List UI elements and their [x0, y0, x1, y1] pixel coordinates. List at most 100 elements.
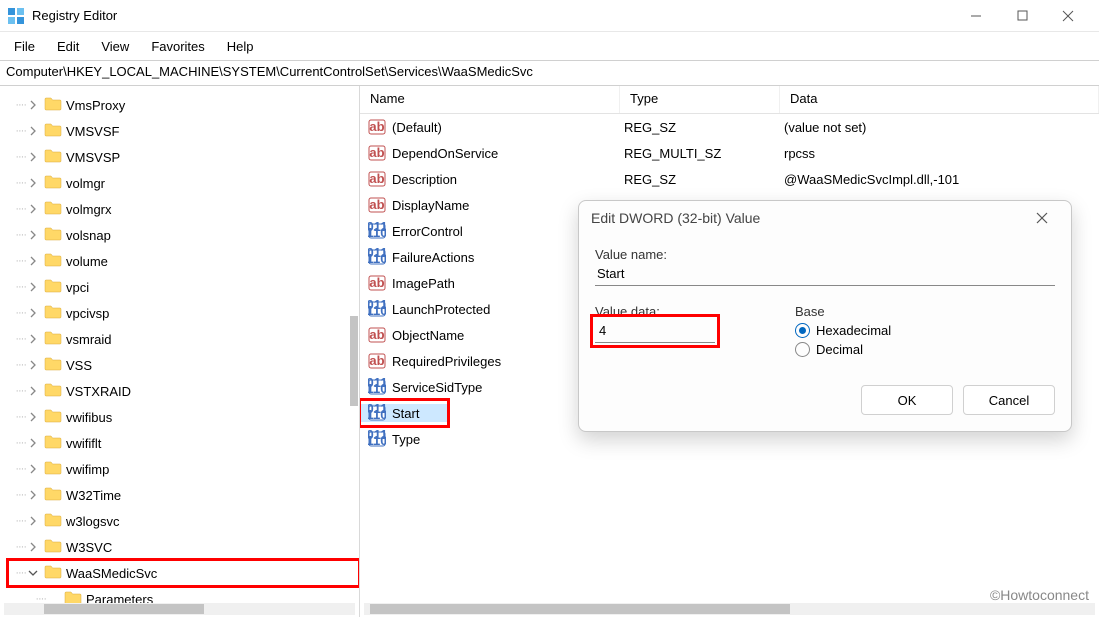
titlebar: Registry Editor: [0, 0, 1099, 32]
tree-item-vmsproxy[interactable]: ····VmsProxy: [8, 92, 359, 118]
tree-item-w3svc[interactable]: ····W3SVC: [8, 534, 359, 560]
value-data-field[interactable]: [595, 319, 715, 343]
col-data[interactable]: Data: [780, 86, 1099, 113]
tree-scrollbar-thumb[interactable]: [350, 316, 358, 406]
chevron-right-icon[interactable]: [26, 254, 40, 269]
menu-edit[interactable]: Edit: [47, 35, 89, 58]
tree-line: ····: [8, 151, 26, 163]
minimize-button[interactable]: [953, 0, 999, 32]
chevron-right-icon[interactable]: [26, 358, 40, 373]
col-name[interactable]: Name: [360, 86, 620, 113]
radio-dec-label: Decimal: [816, 342, 863, 357]
tree-hscroll-thumb[interactable]: [44, 604, 204, 614]
tree-item-waasmedicsvc[interactable]: ····WaaSMedicSvc: [8, 560, 359, 586]
close-button[interactable]: [1045, 0, 1091, 32]
value-name: LaunchProtected: [392, 302, 490, 317]
chevron-right-icon[interactable]: [26, 228, 40, 243]
address-bar[interactable]: Computer\HKEY_LOCAL_MACHINE\SYSTEM\Curre…: [0, 60, 1099, 86]
string-value-icon: [368, 274, 386, 292]
chevron-right-icon[interactable]: [26, 176, 40, 191]
col-type[interactable]: Type: [620, 86, 780, 113]
app-icon: [8, 8, 24, 24]
chevron-right-icon[interactable]: [26, 540, 40, 555]
list-hscrollbar[interactable]: [364, 603, 1095, 615]
tree-line: ····: [8, 255, 26, 267]
tree-item-vmsvsf[interactable]: ····VMSVSF: [8, 118, 359, 144]
tree-item-vwifibus[interactable]: ····vwifibus: [8, 404, 359, 430]
menu-view[interactable]: View: [91, 35, 139, 58]
dialog-close-button[interactable]: [1025, 203, 1059, 233]
chevron-right-icon[interactable]: [26, 488, 40, 503]
list-row-start[interactable]: Start: [360, 400, 448, 426]
menubar: File Edit View Favorites Help: [0, 32, 1099, 60]
chevron-right-icon[interactable]: [26, 124, 40, 139]
radio-hex-label: Hexadecimal: [816, 323, 891, 338]
tree-item-vss[interactable]: ····VSS: [8, 352, 359, 378]
value-data: (value not set): [780, 120, 1099, 135]
tree-item-vwifimp[interactable]: ····vwifimp: [8, 456, 359, 482]
value-name: ObjectName: [392, 328, 464, 343]
tree-hscrollbar[interactable]: [4, 603, 355, 615]
dialog-titlebar[interactable]: Edit DWORD (32-bit) Value: [579, 201, 1071, 235]
chevron-right-icon[interactable]: [26, 410, 40, 425]
list-row--default-[interactable]: (Default)REG_SZ(value not set): [360, 114, 1099, 140]
value-name: DependOnService: [392, 146, 498, 161]
chevron-right-icon[interactable]: [26, 280, 40, 295]
menu-help[interactable]: Help: [217, 35, 264, 58]
menu-favorites[interactable]: Favorites: [141, 35, 214, 58]
tree-item-vstxraid[interactable]: ····VSTXRAID: [8, 378, 359, 404]
chevron-right-icon[interactable]: [26, 202, 40, 217]
cancel-button[interactable]: Cancel: [963, 385, 1055, 415]
dialog-title: Edit DWORD (32-bit) Value: [591, 210, 1025, 226]
chevron-right-icon[interactable]: [26, 462, 40, 477]
tree-item-volsnap[interactable]: ····volsnap: [8, 222, 359, 248]
chevron-right-icon[interactable]: [26, 306, 40, 321]
tree-item-vwififlt[interactable]: ····vwififlt: [8, 430, 359, 456]
radio-decimal[interactable]: Decimal: [795, 342, 1055, 357]
tree-item-vpcivsp[interactable]: ····vpcivsp: [8, 300, 359, 326]
binary-value-icon: [368, 378, 386, 396]
tree-item-volume[interactable]: ····volume: [8, 248, 359, 274]
chevron-right-icon[interactable]: [26, 436, 40, 451]
binary-value-icon: [368, 430, 386, 448]
tree-line: ····: [8, 307, 26, 319]
value-data: @WaaSMedicSvcImpl.dll,-101: [780, 172, 1099, 187]
value-name: ImagePath: [392, 276, 455, 291]
tree-line: ····: [8, 489, 26, 501]
radio-hexadecimal[interactable]: Hexadecimal: [795, 323, 1055, 338]
tree-pane[interactable]: ····VmsProxy····VMSVSF····VMSVSP····volm…: [0, 86, 360, 617]
list-row-description[interactable]: DescriptionREG_SZ@WaaSMedicSvcImpl.dll,-…: [360, 166, 1099, 192]
value-name: Start: [392, 406, 419, 421]
tree-item-w3logsvc[interactable]: ····w3logsvc: [8, 508, 359, 534]
list-hscroll-thumb[interactable]: [370, 604, 790, 614]
tree-item-vpci[interactable]: ····vpci: [8, 274, 359, 300]
chevron-right-icon[interactable]: [26, 150, 40, 165]
tree-item-label: WaaSMedicSvc: [66, 566, 157, 581]
menu-file[interactable]: File: [4, 35, 45, 58]
ok-button[interactable]: OK: [861, 385, 953, 415]
string-value-icon: [368, 326, 386, 344]
value-name-field[interactable]: [595, 262, 1055, 286]
folder-icon: [44, 331, 62, 347]
tree-item-w32time[interactable]: ····W32Time: [8, 482, 359, 508]
tree-item-label: vwififlt: [66, 436, 101, 451]
chevron-right-icon[interactable]: [26, 514, 40, 529]
tree-item-vmsvsp[interactable]: ····VMSVSP: [8, 144, 359, 170]
binary-value-icon: [368, 404, 386, 422]
chevron-right-icon[interactable]: [26, 98, 40, 113]
tree-line: ····: [8, 229, 26, 241]
value-name: RequiredPrivileges: [392, 354, 501, 369]
chevron-down-icon[interactable]: [26, 566, 40, 581]
tree-item-vsmraid[interactable]: ····vsmraid: [8, 326, 359, 352]
folder-icon: [44, 487, 62, 503]
tree-item-volmgr[interactable]: ····volmgr: [8, 170, 359, 196]
value-data-label: Value data:: [595, 304, 735, 319]
tree-item-volmgrx[interactable]: ····volmgrx: [8, 196, 359, 222]
value-name: Description: [392, 172, 457, 187]
list-row-dependonservice[interactable]: DependOnServiceREG_MULTI_SZrpcss: [360, 140, 1099, 166]
chevron-right-icon[interactable]: [26, 384, 40, 399]
watermark: ©Howtoconnect: [990, 587, 1089, 603]
maximize-button[interactable]: [999, 0, 1045, 32]
chevron-right-icon[interactable]: [26, 332, 40, 347]
tree-item-label: VSS: [66, 358, 92, 373]
